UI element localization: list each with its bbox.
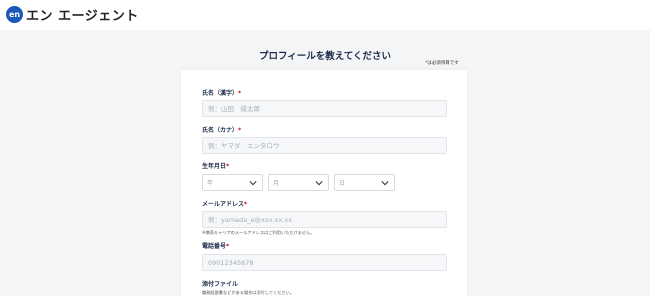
attachment-hint: 職務経歴書などがある場合は添付してください。	[202, 290, 294, 295]
required-note-text: は必須項目です	[427, 61, 459, 66]
chevron-down-icon	[381, 181, 389, 186]
page-title: プロフィールを教えてください	[258, 51, 392, 62]
name-kanji-input[interactable]	[202, 100, 447, 117]
required-note: *は必須項目です	[425, 60, 459, 66]
email-input[interactable]	[202, 211, 447, 228]
email-label: メールアドレス*	[202, 199, 247, 208]
birth-day-select[interactable]: 日	[334, 174, 395, 191]
name-kana-label-text: 氏名（カナ）	[202, 127, 239, 134]
birth-day-value: 日	[339, 180, 346, 187]
phone-label-text: 電話番号	[202, 243, 227, 250]
en-agent-logo[interactable]: en エン エージェント	[6, 5, 139, 24]
phone-input[interactable]	[202, 254, 447, 271]
name-kana-label: 氏名（カナ）*	[202, 125, 241, 134]
phone-label: 電話番号*	[202, 241, 229, 250]
chevron-down-icon	[249, 181, 257, 186]
email-label-text: メールアドレス	[202, 201, 245, 208]
chevron-down-icon	[315, 181, 323, 186]
attachment-label: 添付ファイル	[202, 281, 239, 288]
birth-year-select[interactable]: 年	[202, 174, 263, 191]
email-hint: ※携帯キャリアのメールアドレスはご利用いただけません。	[202, 230, 315, 235]
birthdate-label-text: 生年月日	[202, 163, 227, 170]
name-kanji-required-mark: *	[238, 90, 242, 97]
birthdate-label: 生年月日*	[202, 161, 229, 170]
name-kana-required-mark: *	[238, 127, 242, 134]
email-required-mark: *	[244, 201, 248, 208]
site-header: en エン エージェント	[0, 0, 650, 30]
birth-month-select[interactable]: 月	[268, 174, 329, 191]
logo-text: エン エージェント	[26, 9, 139, 24]
name-kanji-label: 氏名（漢字）*	[202, 88, 241, 97]
birthdate-required-mark: *	[226, 163, 230, 170]
birth-month-value: 月	[273, 180, 280, 187]
name-kana-input[interactable]	[202, 137, 447, 154]
birth-year-value: 年	[207, 180, 214, 187]
logo-badge: en	[6, 6, 23, 23]
phone-required-mark: *	[226, 243, 230, 250]
name-kanji-label-text: 氏名（漢字）	[202, 90, 239, 97]
